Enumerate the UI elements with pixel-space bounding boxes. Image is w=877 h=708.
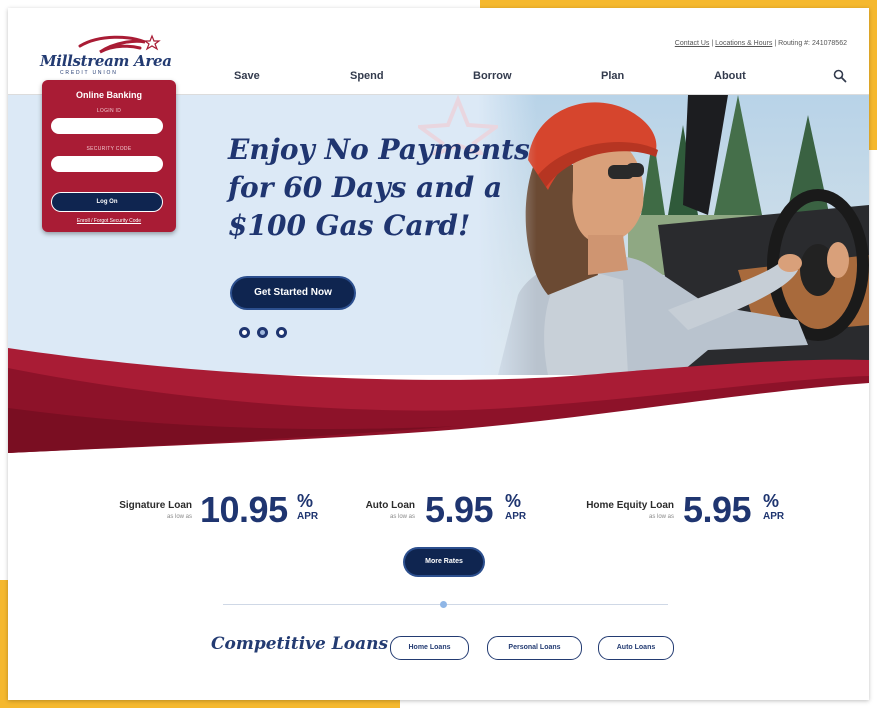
rate-value: 5.95 — [425, 489, 494, 530]
rate-sub: as low as — [389, 514, 415, 520]
routing-number: Routing #: 241078562 — [778, 40, 847, 47]
hero-photo-woman-driving — [478, 95, 869, 375]
home-loans-button[interactable]: Home Loans — [390, 636, 469, 660]
locations-link[interactable]: Locations & Hours — [715, 40, 772, 47]
main-nav: Save Spend Borrow Plan About — [188, 70, 848, 90]
online-banking-login: Online Banking LOGIN ID SECURITY CODE Lo… — [42, 80, 176, 232]
more-rates-button[interactable]: More Rates — [405, 549, 483, 575]
carousel-dot-1[interactable] — [239, 327, 250, 338]
rate-name: Auto Loan — [365, 500, 415, 511]
utility-links: Contact Us | Locations & Hours | Routing… — [675, 40, 847, 47]
rate-apr: APR — [297, 511, 319, 522]
rate-value: 10.95 — [200, 489, 288, 530]
decorative-wave — [8, 348, 869, 453]
forgot-security-code-link[interactable]: Enroll / Forgot Security Code — [42, 218, 176, 224]
security-code-input[interactable] — [51, 156, 163, 172]
rate-name: Signature Loan — [119, 500, 192, 511]
carousel-dot-2[interactable] — [257, 327, 269, 338]
login-id-label: LOGIN ID — [96, 108, 122, 114]
nav-item-plan[interactable]: Plan — [601, 70, 624, 82]
security-code-label: SECURITY CODE — [86, 146, 132, 152]
personal-loans-button[interactable]: Personal Loans — [487, 636, 582, 660]
competitive-loans-title: Competitive Loans — [211, 634, 389, 654]
hero-headline-line-2: for 60 Days and a — [228, 171, 503, 204]
contact-link[interactable]: Contact Us — [675, 40, 710, 47]
auto-loans-button[interactable]: Auto Loans — [598, 636, 674, 660]
rate-apr: APR — [505, 511, 527, 522]
nav-item-spend[interactable]: Spend — [350, 70, 384, 82]
nav-item-save[interactable]: Save — [234, 70, 260, 82]
utility-separator: | — [774, 40, 777, 47]
rate-percent: % — [763, 491, 780, 511]
rate-value: 5.95 — [683, 489, 752, 530]
nav-item-about[interactable]: About — [714, 70, 746, 82]
utility-separator: | — [711, 40, 714, 47]
brand-name: Millstream Area — [40, 52, 172, 70]
webpage: Millstream Area CREDIT UNION Contact Us … — [8, 8, 869, 700]
brand-subtitle: CREDIT UNION — [60, 70, 118, 76]
divider-dot — [440, 601, 447, 608]
rate-percent: % — [505, 491, 522, 511]
rate-apr: APR — [763, 511, 785, 522]
carousel-dot-3[interactable] — [275, 327, 287, 338]
login-id-input[interactable] — [51, 118, 163, 134]
nav-item-borrow[interactable]: Borrow — [473, 70, 512, 82]
hero-headline-line-1: Enjoy No Payments — [228, 133, 530, 166]
rate-name: Home Equity Loan — [586, 500, 674, 511]
hero-headline: Enjoy No Payments for 60 Days and a $100… — [228, 131, 530, 245]
log-on-button[interactable]: Log On — [52, 193, 162, 211]
hero-headline-line-3: $100 Gas Card! — [228, 209, 471, 242]
login-title: Online Banking — [75, 90, 142, 100]
get-started-button[interactable]: Get Started Now — [232, 278, 354, 308]
rate-sub: as low as — [648, 514, 674, 520]
rate-sub: as low as — [166, 514, 192, 520]
carousel-dots — [239, 325, 290, 343]
rate-percent: % — [297, 491, 314, 511]
search-icon[interactable] — [833, 69, 847, 83]
